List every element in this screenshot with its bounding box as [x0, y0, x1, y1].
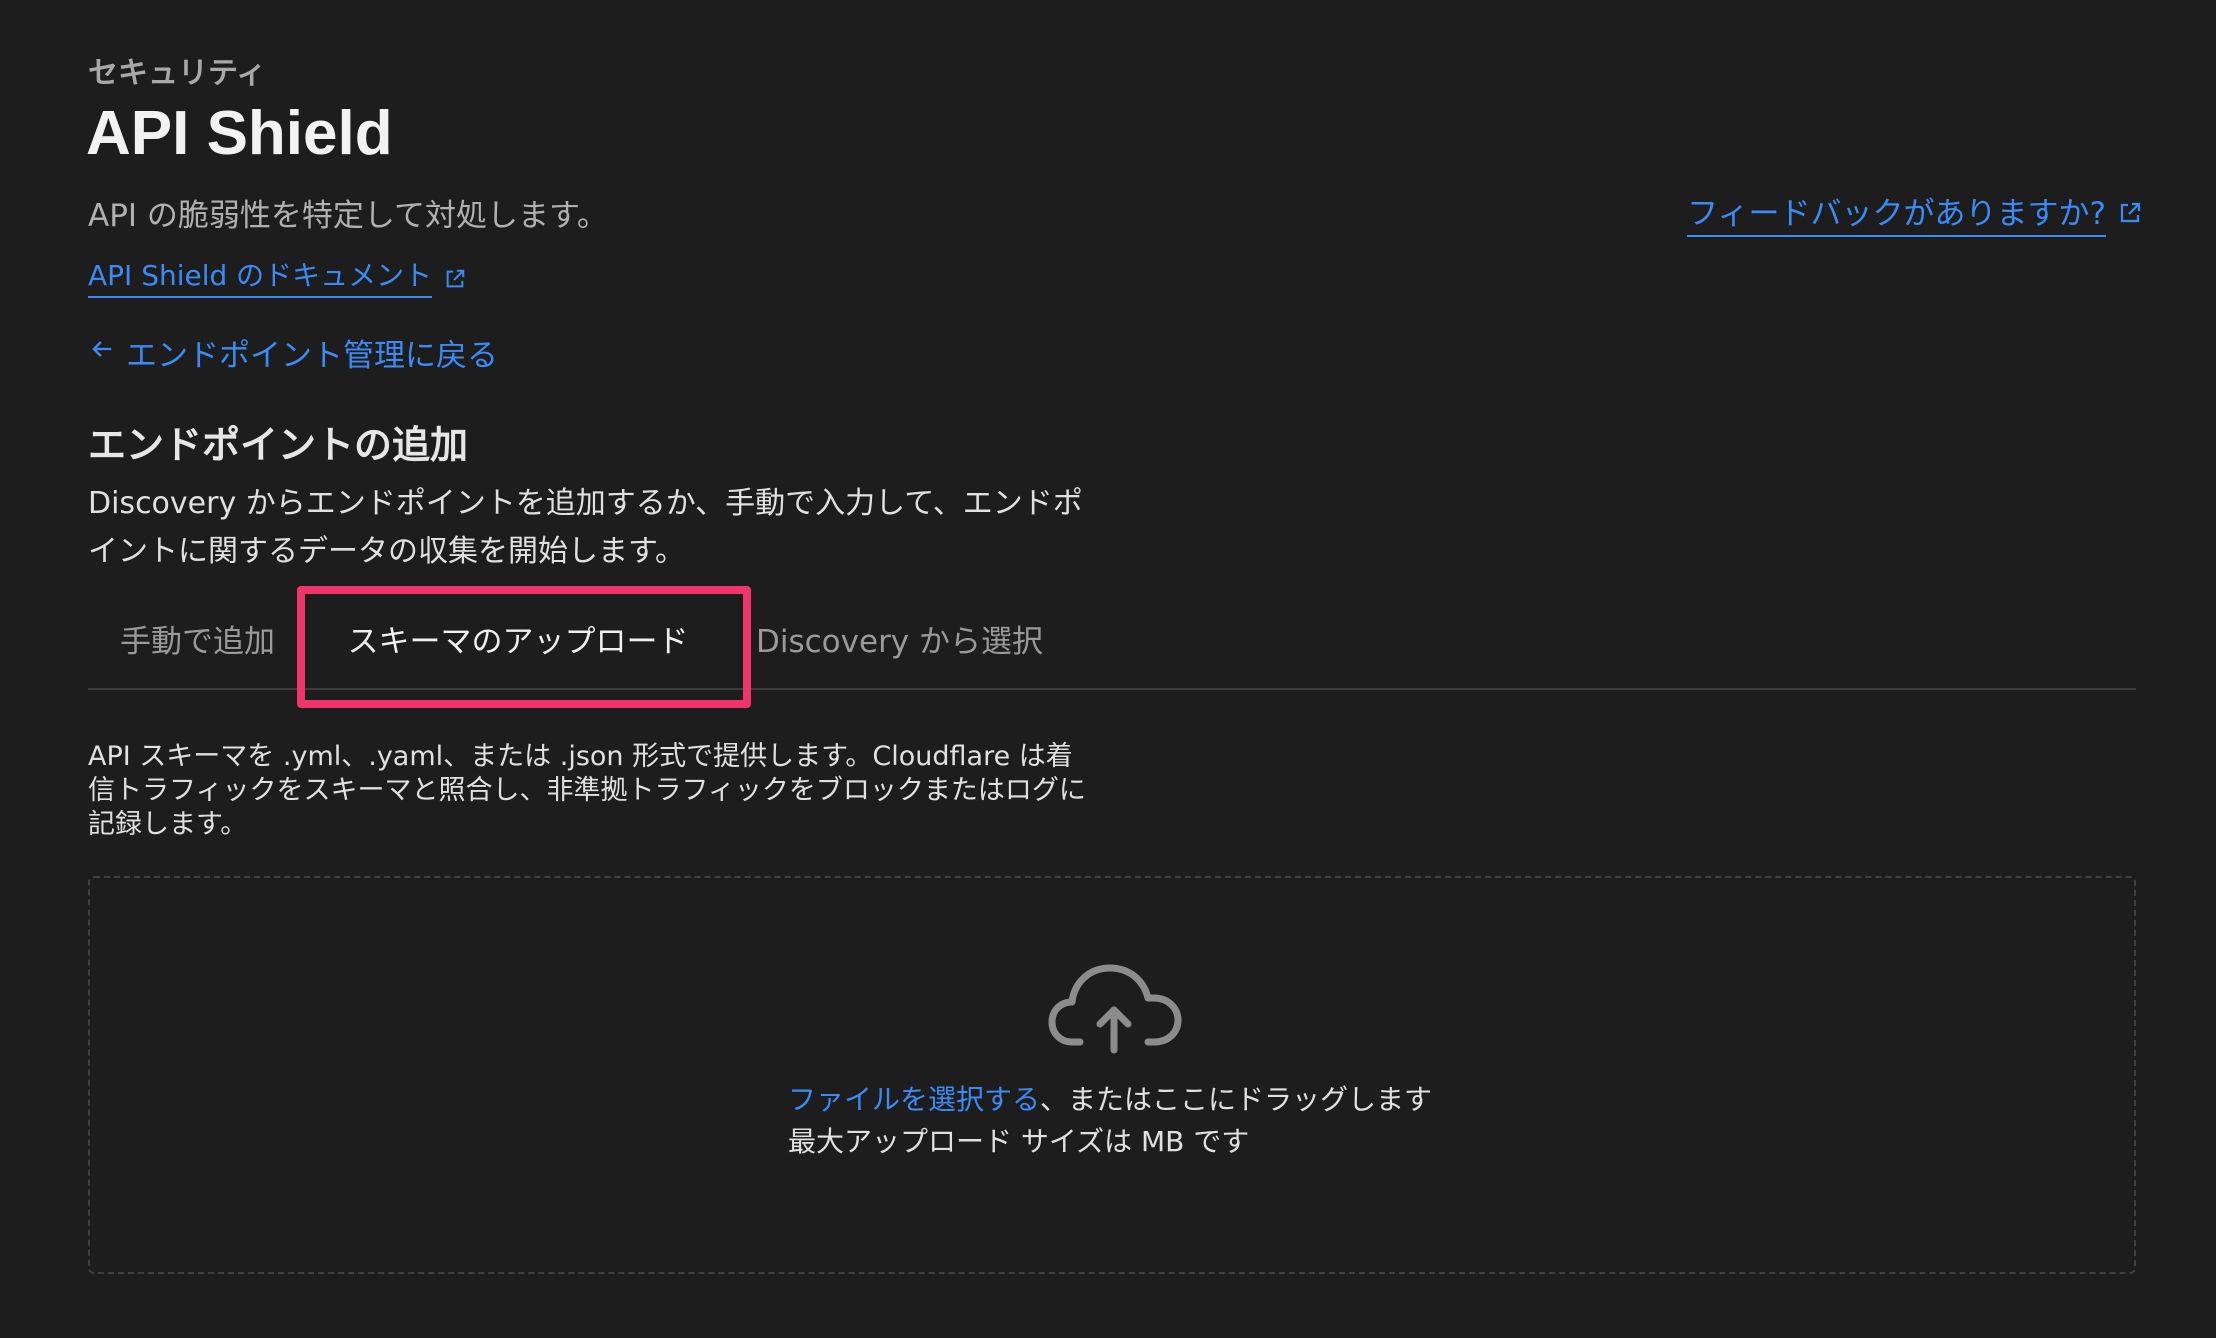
page-title: API Shield [86, 99, 393, 168]
max-upload-size-text: 最大アップロード サイズは MB です [788, 1125, 1250, 1158]
tab-manual-add[interactable]: 手動で追加 [120, 590, 275, 686]
section-title: エンドポイントの追加 [88, 423, 469, 467]
eyebrow-label: セキュリティ [88, 56, 267, 91]
tab-highlight-box [297, 586, 751, 708]
upload-description: API スキーマを .yml、.yaml、または .json 形式で提供します。… [88, 741, 1086, 840]
cloud-upload-icon [1046, 958, 1182, 1054]
back-link-label: エンドポイント管理に戻る [126, 338, 498, 374]
feedback-link-group[interactable]: フィードバックがありますか? [1687, 188, 2142, 237]
section-description: Discovery からエンドポイントを追加するか、手動で入力して、エンドポイン… [88, 486, 1083, 569]
docs-link-group[interactable]: API Shield のドキュメント [88, 254, 468, 298]
select-file-link[interactable]: ファイルを選択する [788, 1083, 1040, 1116]
docs-link[interactable]: API Shield のドキュメント [88, 254, 433, 298]
arrow-left-icon [88, 335, 116, 371]
drag-text: 、またはここにドラッグします [1040, 1083, 1433, 1116]
file-dropzone[interactable]: ファイルを選択する、またはここにドラッグします 最大アップロード サイズは MB… [88, 876, 2136, 1274]
external-link-icon [2118, 201, 2142, 225]
dropzone-instructions: ファイルを選択する、またはここにドラッグします [788, 1078, 1432, 1118]
page: セキュリティ API Shield API の脆弱性を特定して対処します。 フィ… [0, 0, 2216, 1338]
page-subtitle: API の脆弱性を特定して対処します。 [88, 198, 608, 234]
external-link-icon [444, 264, 468, 288]
feedback-link[interactable]: フィードバックがありますか? [1687, 188, 2106, 237]
back-to-endpoints-link[interactable]: エンドポイント管理に戻る [88, 330, 498, 375]
tab-select-from-discovery[interactable]: Discovery から選択 [756, 590, 1043, 686]
